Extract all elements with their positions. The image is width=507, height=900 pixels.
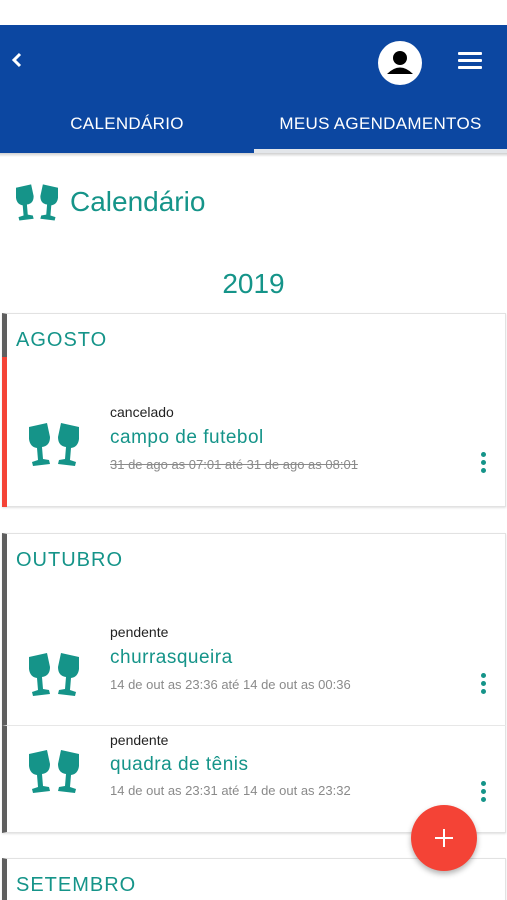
tab-calendario[interactable]: CALENDÁRIO xyxy=(0,107,254,153)
event-status: pendente xyxy=(110,624,169,640)
event-name: campo de futebol xyxy=(110,427,264,448)
chevron-left-icon xyxy=(11,52,22,68)
status-bar xyxy=(0,0,507,25)
event-time: 14 de out as 23:36 até 14 de out as 00:3… xyxy=(110,677,351,692)
list-item[interactable]: cancelado campo de futebol 31 de ago as … xyxy=(2,357,506,507)
more-vert-icon xyxy=(481,452,486,457)
event-time: 14 de out as 23:31 até 14 de out as 23:3… xyxy=(110,783,351,798)
plus-icon xyxy=(435,829,453,847)
add-booking-button[interactable] xyxy=(411,805,477,871)
month-title: SETEMBRO xyxy=(16,874,137,896)
event-status: cancelado xyxy=(110,404,174,420)
menu-button[interactable] xyxy=(456,47,484,75)
more-options-button[interactable] xyxy=(477,673,491,699)
month-card-outubro: OUTUBRO pendente churrasqueira 14 de out… xyxy=(2,533,506,833)
event-name: quadra de tênis xyxy=(110,754,249,775)
wine-glasses-icon xyxy=(29,423,79,466)
back-button[interactable] xyxy=(6,45,28,75)
app-bar: CALENDÁRIO MEUS AGENDAMENTOS xyxy=(0,25,507,153)
event-name: churrasqueira xyxy=(110,647,233,668)
month-title: AGOSTO xyxy=(16,329,108,351)
wine-glasses-icon xyxy=(16,184,58,221)
more-vert-icon xyxy=(481,673,486,678)
event-status: pendente xyxy=(110,732,169,748)
page-title: Calendário xyxy=(70,186,206,217)
user-icon xyxy=(387,51,413,74)
year-heading: 2019 xyxy=(222,268,285,299)
wine-glasses-icon xyxy=(29,750,79,793)
more-options-button[interactable] xyxy=(477,781,491,807)
tab-meus-agendamentos[interactable]: MEUS AGENDAMENTOS xyxy=(254,107,507,153)
page-header: Calendário xyxy=(12,178,205,226)
more-options-button[interactable] xyxy=(477,452,491,478)
event-time: 31 de ago as 07:01 até 31 de ago as 08:0… xyxy=(110,457,358,472)
list-item[interactable]: pendente churrasqueira 14 de out as 23:3… xyxy=(2,619,506,725)
month-card-agosto: AGOSTO cancelado campo de futebol 31 de … xyxy=(2,313,506,507)
menu-icon xyxy=(458,52,482,55)
avatar[interactable] xyxy=(378,41,422,85)
more-vert-icon xyxy=(481,781,486,786)
month-title: OUTUBRO xyxy=(16,549,123,571)
wine-glasses-icon xyxy=(29,653,79,696)
